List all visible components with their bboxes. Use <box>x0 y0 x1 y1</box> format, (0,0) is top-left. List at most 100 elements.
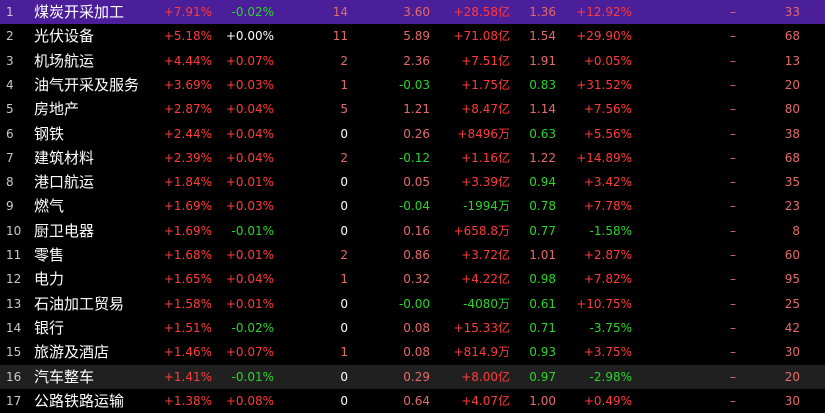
cell-c6: 0.93 <box>529 345 556 359</box>
table-row[interactable]: 14 银行 +1.51% -0.02% 0 0.08 +15.33亿 0.71 -3.75% –4… <box>0 316 825 340</box>
cell-speed: -0.02% <box>231 5 274 19</box>
cell-idx: 16 <box>6 370 22 384</box>
cell-c4: -0.00 <box>398 297 430 311</box>
cell-c7: -1.58% <box>589 224 632 238</box>
cell-speed: +0.01% <box>225 175 274 189</box>
cell-c6: 0.77 <box>529 224 556 238</box>
cell-c3: 0 <box>340 297 348 311</box>
cell-c8: – <box>730 370 736 384</box>
cell-c3: 2 <box>340 54 348 68</box>
cell-c5: +3.72亿 <box>461 248 510 262</box>
cell-speed: +0.04% <box>225 102 274 116</box>
cell-c4: 1.21 <box>403 102 430 116</box>
cell-c4: -0.04 <box>398 199 430 213</box>
cell-chg: +1.46% <box>163 345 212 359</box>
cell-c7: +2.87% <box>583 248 632 262</box>
cell-c7: +3.42% <box>583 175 632 189</box>
cell-c8: – <box>730 248 736 262</box>
table-row[interactable]: 15 旅游及酒店 +1.46% +0.07% 1 0.08 +814.9万 0.93 +3.75… <box>0 340 825 364</box>
cell-c3: 11 <box>332 29 348 43</box>
cell-idx: 12 <box>6 272 22 286</box>
table-row[interactable]: 7 建筑材料 +2.39% +0.04% 2 -0.12 +1.16亿 1.22 +14.89%… <box>0 146 825 170</box>
cell-c5: +658.8万 <box>453 224 510 238</box>
cell-c3: 1 <box>340 345 348 359</box>
cell-c5: +3.39亿 <box>461 175 510 189</box>
cell-c4: -0.03 <box>398 78 430 92</box>
table-row[interactable]: 9 燃气 +1.69% +0.03% 0 -0.04 -1994万 0.78 +7.78% –23 <box>0 194 825 218</box>
cell-c9: 33 <box>784 5 800 19</box>
table-row[interactable]: 2 光伏设备 +5.18% +0.00% 11 5.89 +71.08亿 1.54 +29.90… <box>0 24 825 48</box>
cell-c3: 0 <box>340 199 348 213</box>
cell-c3: 1 <box>340 272 348 286</box>
cell-idx: 1 <box>6 5 14 19</box>
cell-c9: 60 <box>784 248 800 262</box>
table-row[interactable]: 10 厨卫电器 +1.69% -0.01% 0 0.16 +658.8万 0.77 -1.58%… <box>0 219 825 243</box>
cell-chg: +1.65% <box>163 272 212 286</box>
cell-c9: 42 <box>784 321 800 335</box>
cell-c5: +4.22亿 <box>461 272 510 286</box>
cell-c8: – <box>730 224 736 238</box>
cell-c5: +1.16亿 <box>461 151 510 165</box>
table-row[interactable]: 17 公路铁路运输 +1.38% +0.08% 0 0.64 +4.07亿 1.00 +0.49… <box>0 389 825 413</box>
table-row[interactable]: 12 电力 +1.65% +0.04% 1 0.32 +4.22亿 0.98 +7.82% –95 <box>0 267 825 291</box>
sector-ranking-table: 1 煤炭开采加工 +7.91% -0.02% 14 3.60 +28.58亿 1.36 +12.… <box>0 0 825 413</box>
cell-c7: +0.05% <box>583 54 632 68</box>
cell-c4: 2.36 <box>403 54 430 68</box>
cell-c4: 5.89 <box>403 29 430 43</box>
cell-c9: 80 <box>784 102 800 116</box>
cell-chg: +7.91% <box>163 5 212 19</box>
cell-c7: +31.52% <box>576 78 632 92</box>
table-row[interactable]: 11 零售 +1.68% +0.01% 2 0.86 +3.72亿 1.01 +2.87% –60 <box>0 243 825 267</box>
cell-idx: 8 <box>6 175 14 189</box>
table-row[interactable]: 1 煤炭开采加工 +7.91% -0.02% 14 3.60 +28.58亿 1.36 +12.… <box>0 0 825 24</box>
cell-chg: +5.18% <box>163 29 212 43</box>
cell-speed: +0.07% <box>225 54 274 68</box>
cell-c8: – <box>730 175 736 189</box>
cell-c6: 1.14 <box>529 102 556 116</box>
cell-c5: +15.33亿 <box>453 321 510 335</box>
table-row[interactable]: 13 石油加工贸易 +1.58% +0.01% 0 -0.00 -4080万 0.61 +10.… <box>0 292 825 316</box>
cell-chg: +3.69% <box>163 78 212 92</box>
cell-c3: 0 <box>340 370 348 384</box>
cell-c8: – <box>730 78 736 92</box>
cell-idx: 6 <box>6 127 14 141</box>
cell-c9: 68 <box>784 29 800 43</box>
table-row[interactable]: 16 汽车整车 +1.41% -0.01% 0 0.29 +8.00亿 0.97 -2.98% –… <box>0 365 825 389</box>
cell-idx: 10 <box>6 224 22 238</box>
table-row[interactable]: 5 房地产 +2.87% +0.04% 5 1.21 +8.47亿 1.14 +7.56% –80 <box>0 97 825 121</box>
cell-chg: +1.41% <box>163 370 212 384</box>
table-row[interactable]: 8 港口航运 +1.84% +0.01% 0 0.05 +3.39亿 0.94 +3.42% –3… <box>0 170 825 194</box>
cell-c7: +14.89% <box>576 151 632 165</box>
cell-speed: +0.08% <box>225 394 274 408</box>
cell-idx: 17 <box>6 394 22 408</box>
cell-c4: 3.60 <box>403 5 430 19</box>
cell-c9: 38 <box>784 127 800 141</box>
cell-c5: +8.47亿 <box>461 102 510 116</box>
cell-c5: +28.58亿 <box>453 5 510 19</box>
table-row[interactable]: 3 机场航运 +4.44% +0.07% 2 2.36 +7.51亿 1.91 +0.05% –1… <box>0 49 825 73</box>
cell-c7: +3.75% <box>583 345 632 359</box>
cell-speed: -0.01% <box>231 370 274 384</box>
cell-speed: +0.04% <box>225 272 274 286</box>
cell-c3: 2 <box>340 151 348 165</box>
cell-idx: 2 <box>6 29 14 43</box>
cell-speed: -0.02% <box>231 321 274 335</box>
table-row[interactable]: 6 钢铁 +2.44% +0.04% 0 0.26 +8496万 0.63 +5.56% –38 <box>0 122 825 146</box>
cell-idx: 13 <box>6 297 22 311</box>
cell-c9: 20 <box>784 78 800 92</box>
cell-c8: – <box>730 394 736 408</box>
cell-idx: 14 <box>6 321 22 335</box>
cell-c4: 0.05 <box>403 175 430 189</box>
cell-c6: 1.01 <box>529 248 556 262</box>
cell-c6: 0.98 <box>529 272 556 286</box>
cell-c5: +8496万 <box>457 127 510 141</box>
cell-idx: 4 <box>6 78 14 92</box>
cell-chg: +1.84% <box>163 175 212 189</box>
cell-c3: 0 <box>340 127 348 141</box>
cell-c8: – <box>730 321 736 335</box>
cell-c9: 13 <box>784 54 800 68</box>
cell-c7: +5.56% <box>583 127 632 141</box>
cell-c4: 0.26 <box>403 127 430 141</box>
cell-speed: +0.03% <box>225 78 274 92</box>
table-row[interactable]: 4 油气开采及服务 +3.69% +0.03% 1 -0.03 +1.75亿 0.83 +31.… <box>0 73 825 97</box>
